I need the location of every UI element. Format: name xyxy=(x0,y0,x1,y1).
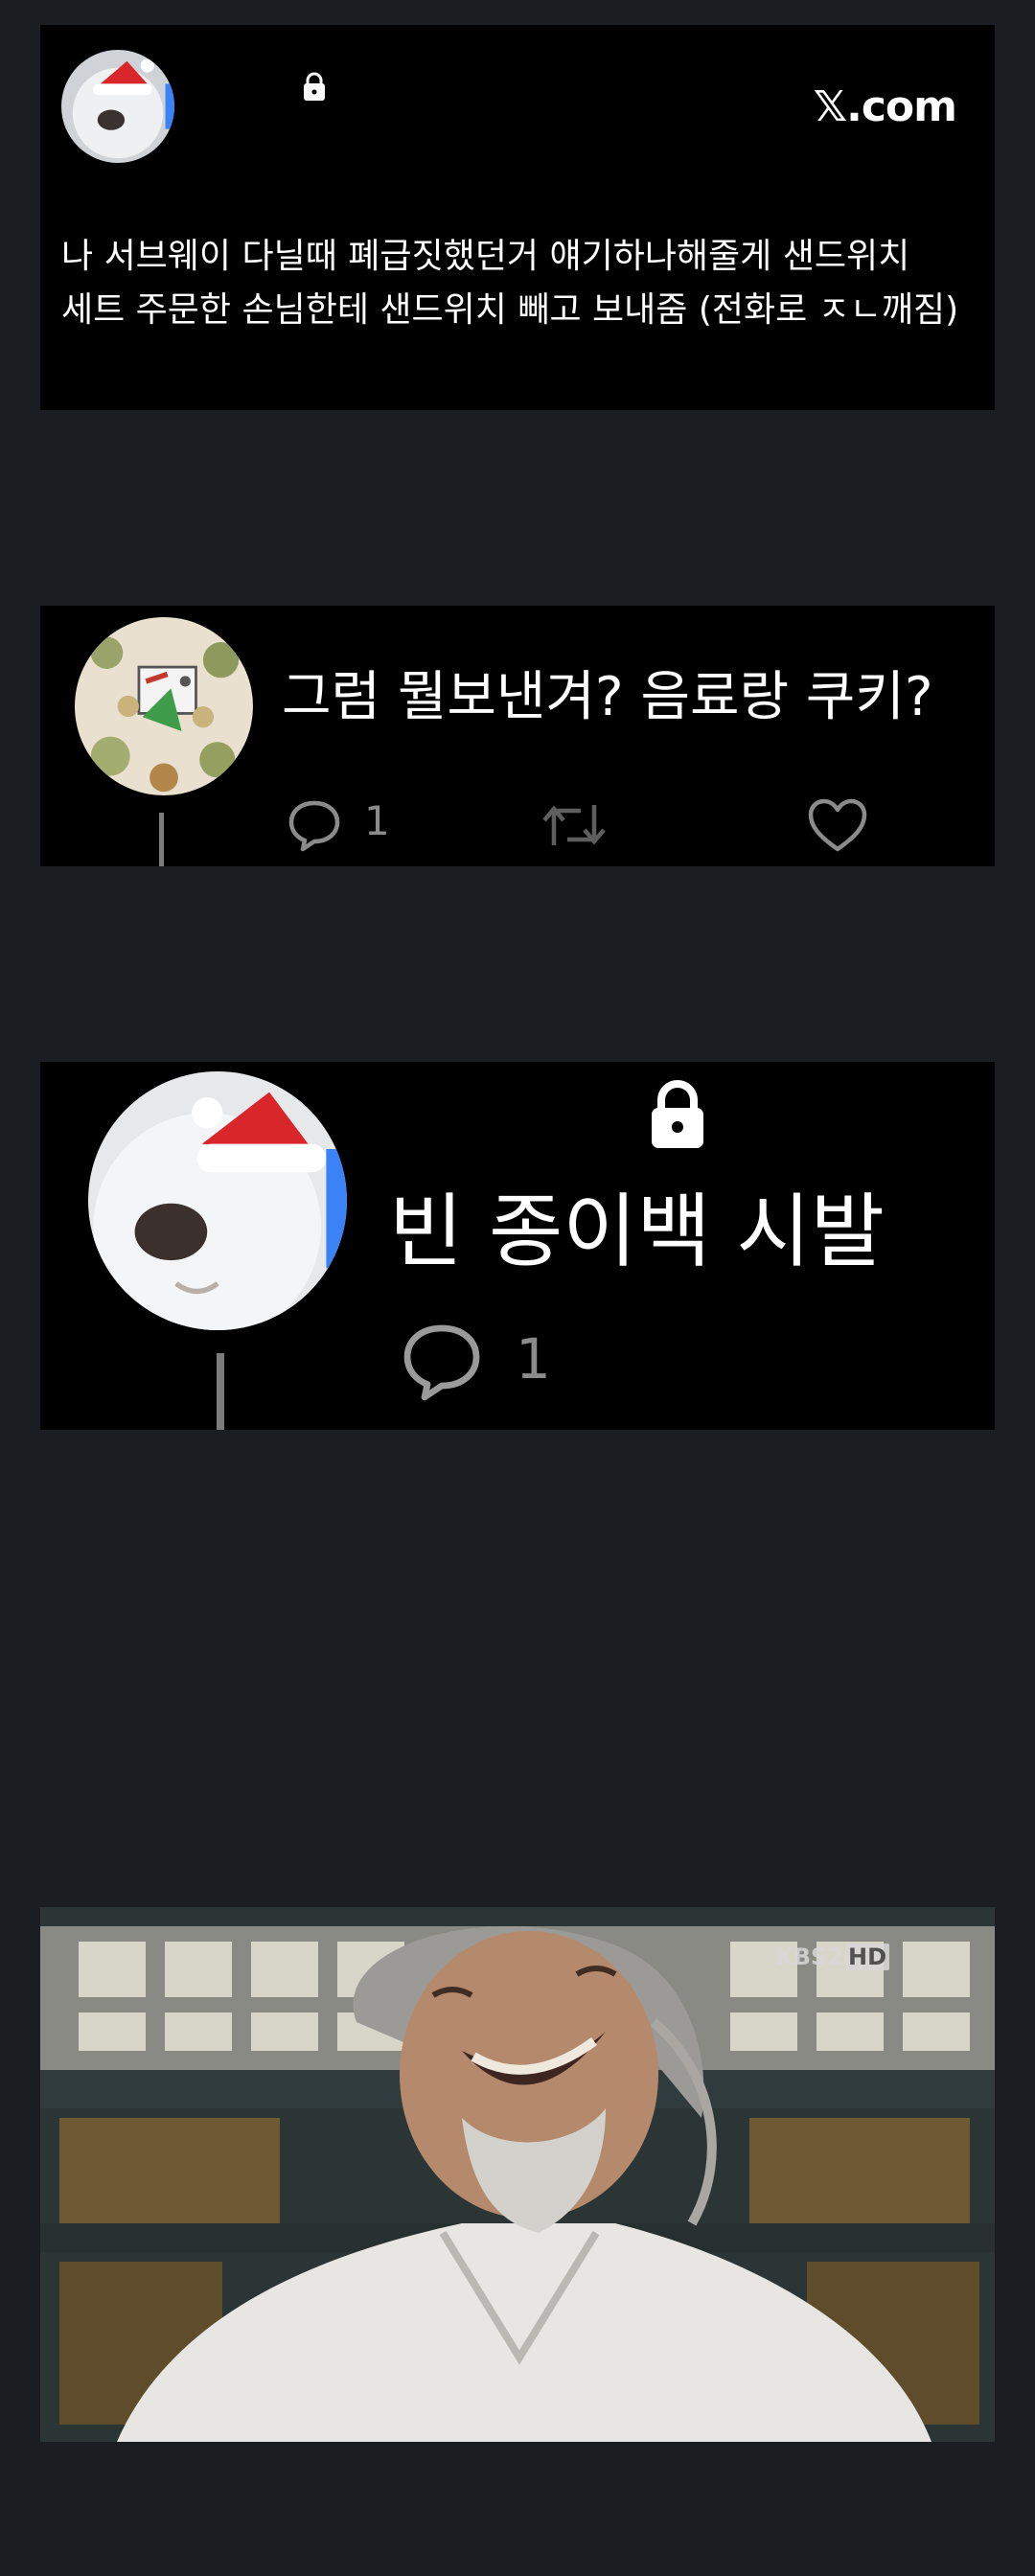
lock-icon xyxy=(652,1080,703,1148)
watermark-hd-badge: HD xyxy=(844,1944,889,1970)
watermark-text: KBS2 xyxy=(775,1944,843,1970)
reply-card: 빈 종이백 시발 1 xyxy=(40,1062,995,1430)
thread-line xyxy=(159,813,164,866)
reply-count: 1 xyxy=(364,797,390,844)
avatar[interactable] xyxy=(61,50,174,163)
avatar[interactable] xyxy=(88,1071,347,1330)
reply-icon[interactable] xyxy=(397,1317,487,1403)
meme-photo: KBS2 HD xyxy=(40,1907,995,2442)
tweet-text: 나 서브웨이 다닐때 폐급짓했던거 얘기하나해줄게 샌드위치 세트 주문한 손님… xyxy=(61,237,959,330)
thread-line xyxy=(217,1353,224,1430)
dog-avatar-image xyxy=(61,50,174,163)
x-brand-logo: 𝕏.com xyxy=(813,82,957,131)
reply-text: 그럼 뭘보낸겨? 음료랑 쿠키? xyxy=(282,666,933,728)
avatar[interactable] xyxy=(75,617,253,795)
tweet-card: 𝕏.com 나 서브웨이 다닐때 폐급짓했던거 얘기하나해줄게 샌드위치 세트 … xyxy=(40,25,995,410)
laughing-man-image xyxy=(40,1907,995,2442)
broadcast-watermark: KBS2 HD xyxy=(775,1944,889,1970)
reply-count: 1 xyxy=(516,1326,551,1392)
like-icon[interactable] xyxy=(807,797,868,855)
reply-card: 그럼 뭘보낸겨? 음료랑 쿠키? 1 xyxy=(40,606,995,866)
reply-text: 빈 종이백 시발 xyxy=(389,1184,886,1278)
lock-icon xyxy=(304,72,325,101)
reply-icon[interactable] xyxy=(286,795,343,853)
illustration-avatar-image xyxy=(75,617,253,795)
dog-avatar-image xyxy=(88,1071,347,1330)
retweet-icon[interactable] xyxy=(539,797,610,853)
